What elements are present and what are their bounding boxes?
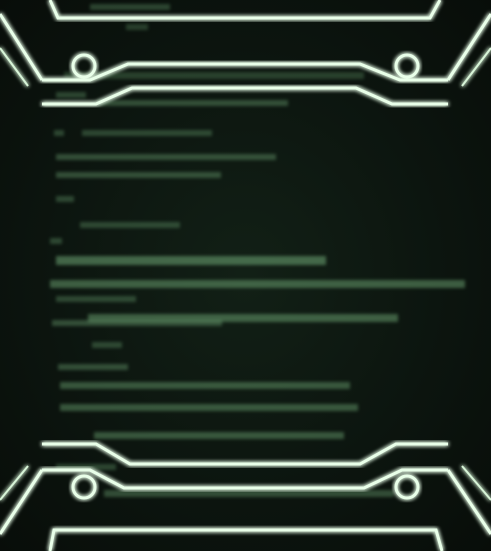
- corner-braces: [0, 13, 491, 535]
- main-frame: [40, 62, 450, 490]
- bolt-circle-icon: [71, 53, 97, 79]
- bottom-panel-edge: [48, 528, 444, 551]
- sci-fi-frame: [0, 0, 491, 551]
- bolt-circle-icon: [71, 474, 97, 500]
- bolt-circle-icon: [394, 53, 420, 79]
- hud-screen: [0, 0, 491, 551]
- bolt-circle-icon: [394, 474, 420, 500]
- top-panel-edge: [48, 0, 442, 20]
